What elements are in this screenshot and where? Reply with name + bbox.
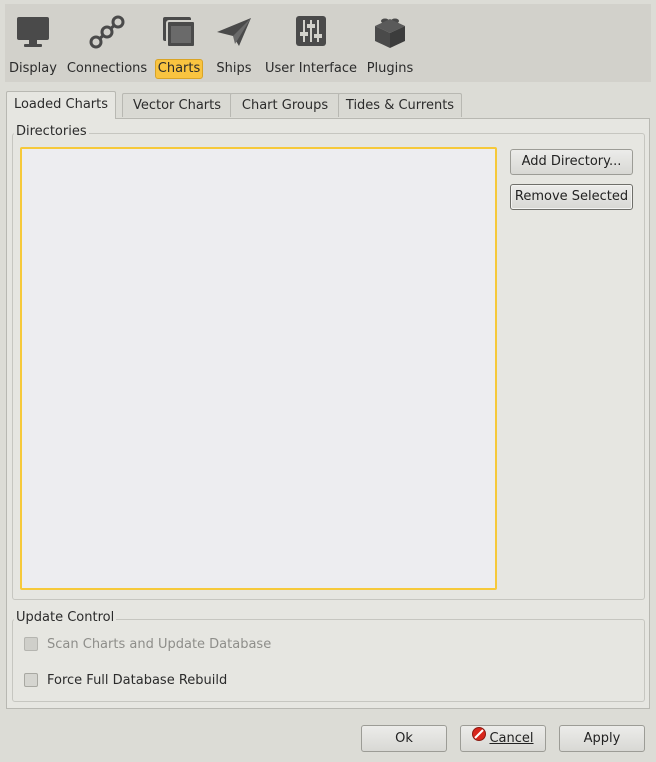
connections-icon [66, 14, 148, 54]
toolbar-item-plugins[interactable]: Plugins [364, 4, 416, 82]
force-rebuild-label: Force Full Database Rebuild [47, 672, 228, 688]
toolbar-label-plugins: Plugins [366, 61, 414, 76]
ok-button[interactable]: Ok [361, 725, 447, 752]
toolbar-item-ships[interactable]: Ships [210, 4, 258, 82]
force-rebuild-checkbox[interactable] [24, 673, 38, 687]
directories-title: Directories [14, 124, 89, 139]
apply-button[interactable]: Apply [559, 725, 645, 752]
remove-selected-button[interactable]: Remove Selected [510, 184, 633, 210]
tab-chart-groups[interactable]: Chart Groups [230, 93, 340, 117]
toolbar-item-connections[interactable]: Connections [66, 4, 148, 82]
preferences-toolbar: Display Connections Charts Ships User In… [5, 4, 651, 82]
toolbar-label-display: Display [9, 61, 57, 76]
force-rebuild-row[interactable]: Force Full Database Rebuild [24, 671, 227, 689]
paper-plane-icon [210, 14, 258, 54]
update-control-title: Update Control [14, 610, 117, 625]
toolbar-item-charts[interactable]: Charts [154, 4, 204, 82]
scan-charts-checkbox[interactable] [24, 637, 38, 651]
toolbar-label-charts: Charts [155, 59, 203, 79]
cancel-button[interactable]: Cancel [460, 725, 546, 752]
tab-loaded-charts[interactable]: Loaded Charts [6, 91, 116, 119]
toolbar-item-display[interactable]: Display [6, 4, 60, 82]
scan-charts-label: Scan Charts and Update Database [47, 636, 272, 652]
tab-tides-currents[interactable]: Tides & Currents [338, 93, 462, 117]
cancel-icon [472, 725, 487, 750]
monitor-icon [6, 14, 60, 54]
add-directory-button[interactable]: Add Directory... [510, 149, 633, 175]
update-control-group [12, 619, 645, 702]
toolbar-label-connections: Connections [66, 61, 148, 76]
sliders-icon [264, 14, 358, 54]
cancel-label: Cancel [489, 731, 534, 746]
toolbar-item-user-interface[interactable]: User Interface [264, 4, 358, 82]
toolbar-label-ships: Ships [216, 61, 252, 76]
toolbar-label-user-interface: User Interface [265, 61, 357, 76]
lego-brick-icon [364, 14, 416, 54]
tab-vector-charts[interactable]: Vector Charts [122, 93, 232, 117]
scan-charts-row[interactable]: Scan Charts and Update Database [24, 635, 271, 653]
directories-list[interactable] [20, 147, 497, 590]
charts-icon [154, 14, 204, 54]
